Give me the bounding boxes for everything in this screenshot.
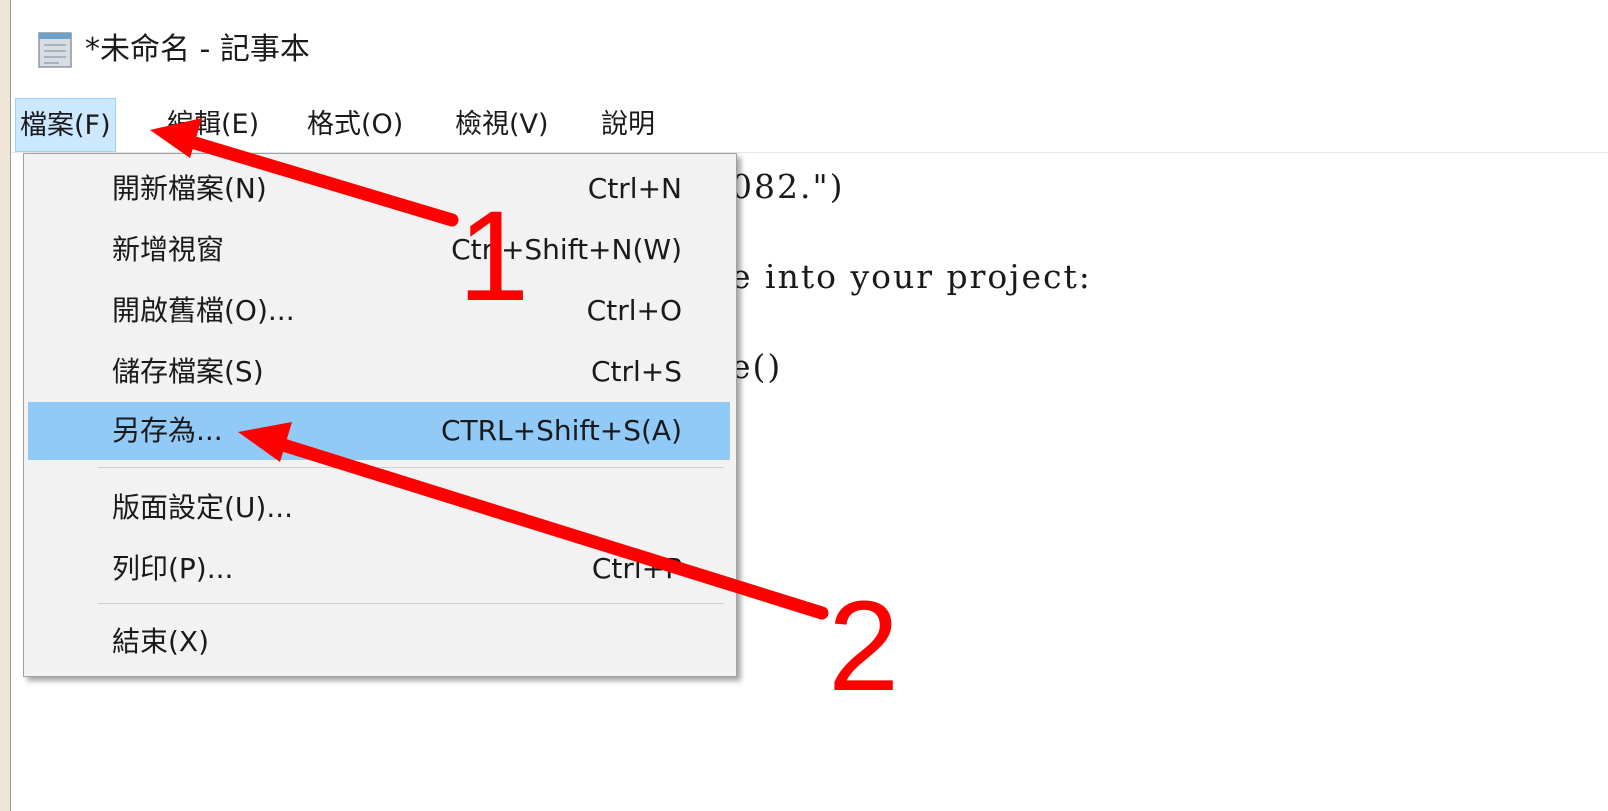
annotation-overlay: 1 2	[150, 118, 899, 718]
arrow-2	[238, 422, 829, 620]
step-1-label: 1	[458, 185, 529, 328]
step-2-label: 2	[828, 575, 899, 718]
arrow-1	[150, 118, 459, 227]
